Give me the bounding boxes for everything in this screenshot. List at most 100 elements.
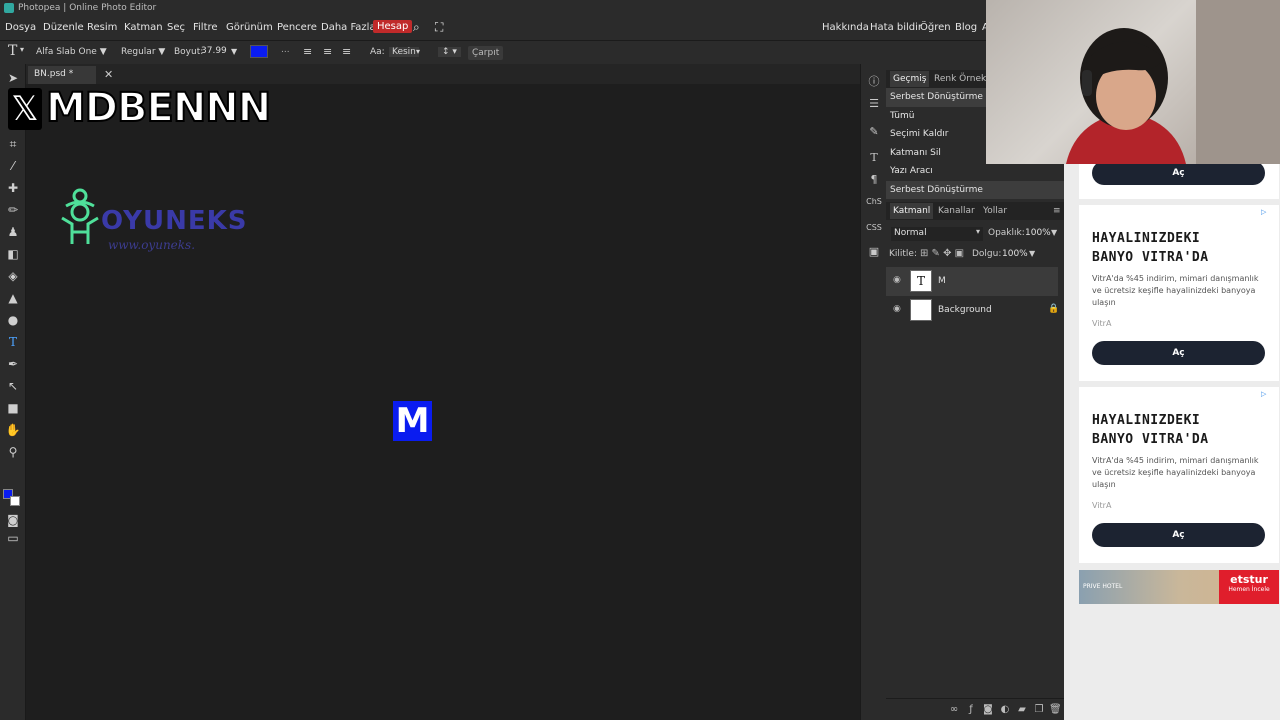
background-color-swatch[interactable] bbox=[10, 496, 20, 506]
tab-channels[interactable]: Kanallar bbox=[938, 206, 975, 216]
font-family-select[interactable]: Alfa Slab One ▼ bbox=[36, 47, 107, 57]
antialias-dropdown-icon[interactable]: ▾ bbox=[416, 47, 420, 56]
dodge-tool-icon[interactable]: ● bbox=[5, 312, 21, 328]
document-tab[interactable]: BN.psd * bbox=[28, 66, 96, 84]
lock-icons[interactable]: ⊞ ✎ ✥ ▣ bbox=[920, 248, 964, 259]
fullscreen-icon[interactable]: ⛶ bbox=[435, 20, 443, 35]
canvas-area[interactable] bbox=[26, 84, 860, 720]
move-tool-icon[interactable]: ➤ bbox=[5, 70, 21, 86]
blend-mode-select[interactable]: Normal bbox=[891, 227, 983, 241]
zoom-tool-icon[interactable]: ⚲ bbox=[5, 444, 21, 460]
font-style-select[interactable]: Regular ▼ bbox=[121, 47, 165, 57]
ad-banner-brand[interactable]: etstur Hemen İncele bbox=[1219, 570, 1279, 604]
tab-history[interactable]: Geçmiş bbox=[890, 71, 930, 87]
folder-icon[interactable]: ▰ bbox=[1016, 704, 1028, 716]
stamp-tool-icon[interactable]: ♟ bbox=[5, 224, 21, 240]
healing-tool-icon[interactable]: ✚ bbox=[5, 180, 21, 196]
blend-mode-dropdown-icon[interactable]: ▾ bbox=[976, 227, 980, 236]
document-tab-bar: BN.psd * ✕ bbox=[26, 64, 860, 84]
menu-filter[interactable]: Filtre bbox=[193, 22, 218, 33]
eyedropper-tool-icon[interactable]: ⁄ bbox=[5, 158, 21, 174]
effects-icon[interactable]: ƒ bbox=[965, 704, 977, 716]
text-orientation-icon[interactable]: ↕ ▾ bbox=[438, 47, 461, 57]
history-item-current[interactable]: Serbest Dönüştürme bbox=[886, 180, 1064, 199]
blur-tool-icon[interactable]: ▲ bbox=[5, 290, 21, 306]
ad-card[interactable]: ▷ HAYALINIZDEKI BANYO VITRA'DA VitrA'da … bbox=[1079, 205, 1279, 381]
panel-menu-icon[interactable]: ≡ bbox=[1053, 206, 1061, 216]
text-layer-m[interactable]: M bbox=[393, 401, 432, 441]
menu-report-bug[interactable]: Hata bildir bbox=[870, 22, 922, 33]
text-color-swatch[interactable] bbox=[250, 45, 268, 58]
menu-view[interactable]: Görünüm bbox=[226, 22, 273, 33]
path-select-tool-icon[interactable]: ↖ bbox=[5, 378, 21, 394]
ad-open-button[interactable]: Aç bbox=[1092, 161, 1265, 185]
more-options-button[interactable]: ... bbox=[281, 45, 290, 55]
menu-select[interactable]: Seç bbox=[167, 22, 185, 33]
eraser-tool-icon[interactable]: ◧ bbox=[5, 246, 21, 262]
adchoices-icon[interactable]: ▷ bbox=[1261, 208, 1269, 216]
layer-row[interactable]: ◉ T M bbox=[886, 267, 1058, 296]
font-size-input[interactable]: 37.99 bbox=[201, 46, 229, 59]
history-item[interactable]: Yazı Aracı bbox=[886, 162, 1064, 181]
info-icon[interactable]: ⓘ bbox=[866, 74, 882, 90]
menu-more[interactable]: Daha Fazla bbox=[321, 22, 376, 33]
ad-card[interactable]: ▷ HAYALINIZDEKI BANYO VITRA'DA VitrA'da … bbox=[1079, 387, 1279, 563]
quick-mask-icon[interactable]: ◙ bbox=[5, 512, 21, 528]
fill-dropdown-icon[interactable]: ▼ bbox=[1029, 249, 1035, 258]
pen-tool-icon[interactable]: ✒ bbox=[5, 356, 21, 372]
close-icon[interactable]: ✕ bbox=[104, 68, 113, 81]
watermark-text: MDBENNN bbox=[45, 84, 272, 132]
type-tool-icon-active[interactable]: T bbox=[5, 334, 21, 350]
adjustments-icon[interactable]: ☰ bbox=[866, 96, 882, 112]
hand-tool-icon[interactable]: ✋ bbox=[5, 422, 21, 438]
link-icon[interactable]: ∞ bbox=[948, 704, 960, 716]
mask-icon[interactable]: ◙ bbox=[982, 704, 994, 716]
adchoices-icon[interactable]: ▷ bbox=[1261, 390, 1269, 398]
menu-account[interactable]: Hesap bbox=[373, 20, 413, 33]
adjustment-layer-icon[interactable]: ◐ bbox=[999, 704, 1011, 716]
css-icon[interactable]: CSS bbox=[866, 220, 882, 236]
align-center-icon[interactable]: ≡ bbox=[323, 45, 332, 58]
fill-input[interactable]: 100% bbox=[1002, 249, 1028, 259]
tab-paths[interactable]: Yollar bbox=[983, 206, 1007, 216]
tab-layers[interactable]: Katmanl bbox=[890, 203, 934, 219]
crop-tool-icon[interactable]: ⌗ bbox=[5, 136, 21, 152]
align-left-icon[interactable]: ≡ bbox=[303, 45, 312, 58]
ad-open-button[interactable]: Aç bbox=[1092, 523, 1265, 547]
shape-tool-icon[interactable]: ■ bbox=[5, 400, 21, 416]
layer-row[interactable]: ◉ Background 🔒 bbox=[886, 296, 1059, 325]
panel-icon-strip: ⓘ ☰ ✎ T ¶ ChS CSS ▣ bbox=[860, 64, 886, 720]
opacity-input[interactable]: 100% bbox=[1025, 228, 1051, 238]
ad-open-button[interactable]: Aç bbox=[1092, 341, 1265, 365]
image-icon[interactable]: ▣ bbox=[866, 244, 882, 260]
paragraph-icon[interactable]: ¶ bbox=[866, 172, 882, 188]
fill-label: Dolgu: bbox=[972, 249, 1002, 259]
menu-image[interactable]: Resim bbox=[87, 22, 117, 33]
character-styles-icon[interactable]: ChS bbox=[866, 194, 882, 210]
visibility-eye-icon[interactable]: ◉ bbox=[893, 275, 903, 285]
character-icon[interactable]: T bbox=[866, 150, 882, 166]
warp-button[interactable]: Çarpıt bbox=[468, 46, 504, 60]
search-icon[interactable]: ⌕ bbox=[413, 20, 420, 35]
menu-blog[interactable]: Blog bbox=[955, 22, 977, 33]
menu-about[interactable]: Hakkında bbox=[822, 22, 869, 33]
ad-banner[interactable]: PRIVE HOTEL etstur Hemen İncele bbox=[1079, 570, 1279, 604]
type-tool-icon[interactable]: T bbox=[8, 43, 17, 59]
menu-edit[interactable]: Düzenle bbox=[43, 22, 84, 33]
menu-learn[interactable]: Öğren bbox=[920, 22, 951, 33]
brush-settings-icon[interactable]: ✎ bbox=[866, 124, 882, 140]
menu-layer[interactable]: Katman bbox=[124, 22, 163, 33]
brush-tool-icon[interactable]: ✏ bbox=[5, 202, 21, 218]
trash-icon[interactable]: 🗑 bbox=[1049, 704, 1062, 716]
menu-window[interactable]: Pencere bbox=[277, 22, 317, 33]
screen-mode-icon[interactable]: ▭ bbox=[5, 530, 21, 546]
new-layer-icon[interactable]: ❐ bbox=[1033, 704, 1045, 716]
antialias-select[interactable]: Kesin bbox=[389, 47, 419, 57]
visibility-eye-icon[interactable]: ◉ bbox=[893, 304, 903, 314]
opacity-dropdown-icon[interactable]: ▼ bbox=[1051, 228, 1057, 237]
size-dropdown-icon[interactable]: ▼ bbox=[231, 47, 237, 56]
menu-file[interactable]: Dosya bbox=[5, 22, 36, 33]
align-right-icon[interactable]: ≡ bbox=[342, 45, 351, 58]
fill-tool-icon[interactable]: ◈ bbox=[5, 268, 21, 284]
tool-dropdown-icon[interactable]: ▾ bbox=[20, 45, 24, 54]
